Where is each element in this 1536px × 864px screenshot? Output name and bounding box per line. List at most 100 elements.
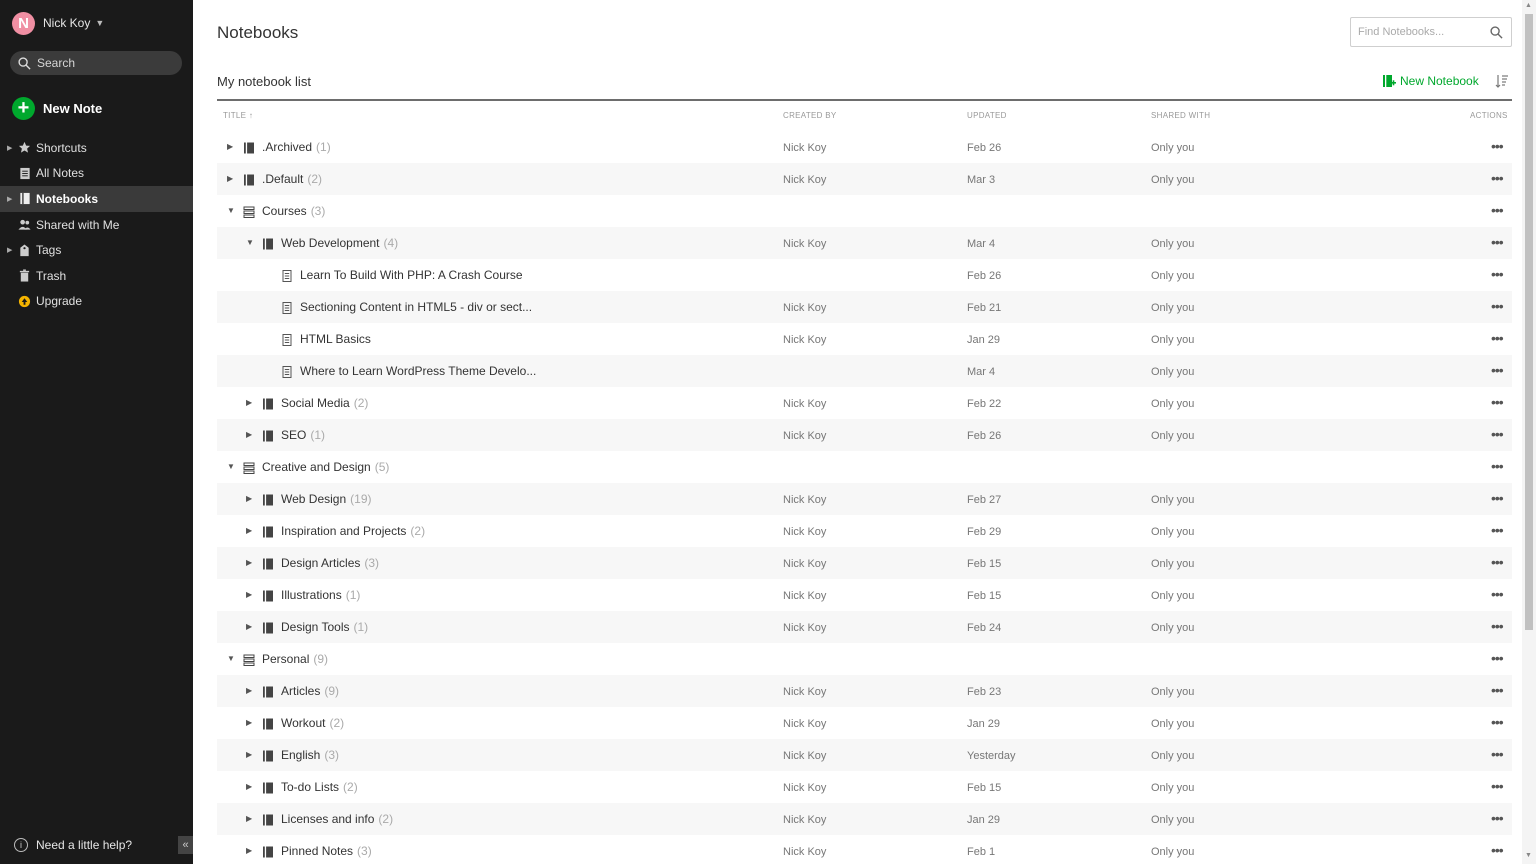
- caret-down-icon[interactable]: ▼: [246, 227, 254, 259]
- table-row[interactable]: ▶ SEO (1) Nick Koy Feb 26 Only you •••: [217, 419, 1512, 451]
- column-header-created-by[interactable]: CREATED BY: [783, 111, 837, 120]
- table-row[interactable]: Learn To Build With PHP: A Crash Course F…: [217, 259, 1512, 291]
- row-title[interactable]: Personal (9): [262, 652, 328, 666]
- table-row[interactable]: ▶ .Archived (1) Nick Koy Feb 26 Only you •••: [217, 131, 1512, 163]
- search-icon[interactable]: [1490, 25, 1503, 39]
- caret-right-icon[interactable]: ▶: [246, 419, 252, 451]
- sidebar-item-notebooks[interactable]: ▶ Notebooks: [0, 186, 193, 212]
- caret-right-icon[interactable]: ▶: [7, 195, 12, 203]
- row-title[interactable]: Creative and Design (5): [262, 460, 389, 474]
- more-actions-icon[interactable]: •••: [1491, 555, 1504, 569]
- table-row[interactable]: ▶ To-do Lists (2) Nick Koy Feb 15 Only you •••: [217, 771, 1512, 803]
- sidebar-item-trash[interactable]: Trash: [0, 263, 193, 289]
- row-title[interactable]: HTML Basics: [300, 332, 375, 346]
- more-actions-icon[interactable]: •••: [1491, 715, 1504, 729]
- caret-right-icon[interactable]: ▶: [246, 675, 252, 707]
- row-title[interactable]: Where to Learn WordPress Theme Develo...: [300, 364, 540, 378]
- more-actions-icon[interactable]: •••: [1491, 491, 1504, 505]
- row-title[interactable]: .Archived (1): [262, 140, 331, 154]
- row-title[interactable]: Design Tools (1): [281, 620, 368, 634]
- table-row[interactable]: ▶ Workout (2) Nick Koy Jan 29 Only you •••: [217, 707, 1512, 739]
- sidebar-item-tags[interactable]: ▶ Tags: [0, 237, 193, 263]
- find-notebooks-input[interactable]: Find Notebooks...: [1350, 17, 1512, 47]
- table-row[interactable]: ▶ Web Design (19) Nick Koy Feb 27 Only you •••: [217, 483, 1512, 515]
- account-menu[interactable]: N Nick Koy ▼: [12, 11, 104, 35]
- row-title[interactable]: Pinned Notes (3): [281, 844, 372, 858]
- row-title[interactable]: .Default (2): [262, 172, 322, 186]
- more-actions-icon[interactable]: •••: [1491, 331, 1504, 345]
- caret-right-icon[interactable]: ▶: [227, 131, 233, 163]
- more-actions-icon[interactable]: •••: [1491, 395, 1504, 409]
- table-row[interactable]: ▶ English (3) Nick Koy Yesterday Only you •••: [217, 739, 1512, 771]
- table-row[interactable]: ▶ Pinned Notes (3) Nick Koy Feb 1 Only you •••: [217, 835, 1512, 864]
- column-header-updated[interactable]: UPDATED: [967, 111, 1007, 120]
- table-row[interactable]: ▶ Illustrations (1) Nick Koy Feb 15 Only you •…: [217, 579, 1512, 611]
- row-title[interactable]: Courses (3): [262, 204, 325, 218]
- caret-right-icon[interactable]: ▶: [246, 547, 252, 579]
- more-actions-icon[interactable]: •••: [1491, 747, 1504, 761]
- table-row[interactable]: ▼ Personal (9) •••: [217, 643, 1512, 675]
- caret-right-icon[interactable]: ▶: [246, 739, 252, 771]
- more-actions-icon[interactable]: •••: [1491, 587, 1504, 601]
- table-row[interactable]: ▼ Web Development (4) Nick Koy Mar 4 Only you…: [217, 227, 1512, 259]
- table-row[interactable]: HTML Basics Nick Koy Jan 29 Only you •••: [217, 323, 1512, 355]
- row-title[interactable]: To-do Lists (2): [281, 780, 358, 794]
- more-actions-icon[interactable]: •••: [1491, 459, 1504, 473]
- sidebar-item-upgrade[interactable]: Upgrade: [0, 289, 193, 315]
- row-title[interactable]: Licenses and info (2): [281, 812, 393, 826]
- row-title[interactable]: Web Development (4): [281, 236, 398, 250]
- row-title[interactable]: English (3): [281, 748, 339, 762]
- caret-right-icon[interactable]: ▶: [246, 387, 252, 419]
- row-title[interactable]: Inspiration and Projects (2): [281, 524, 425, 538]
- caret-right-icon[interactable]: ▶: [246, 835, 252, 864]
- new-note-button[interactable]: + New Note: [12, 96, 102, 120]
- row-title[interactable]: Articles (9): [281, 684, 339, 698]
- more-actions-icon[interactable]: •••: [1491, 299, 1504, 313]
- more-actions-icon[interactable]: •••: [1491, 651, 1504, 665]
- table-row[interactable]: ▶ Licenses and info (2) Nick Koy Jan 29 Only …: [217, 803, 1512, 835]
- more-actions-icon[interactable]: •••: [1491, 363, 1504, 377]
- more-actions-icon[interactable]: •••: [1491, 427, 1504, 441]
- table-row[interactable]: ▶ Design Articles (3) Nick Koy Feb 15 Only yo…: [217, 547, 1512, 579]
- scroll-up-arrow-icon[interactable]: ▲: [1525, 2, 1532, 9]
- caret-right-icon[interactable]: ▶: [7, 246, 12, 254]
- table-row[interactable]: Where to Learn WordPress Theme Develo...…: [217, 355, 1512, 387]
- caret-right-icon[interactable]: ▶: [227, 163, 233, 195]
- caret-right-icon[interactable]: ▶: [246, 707, 252, 739]
- table-row[interactable]: ▼ Courses (3) •••: [217, 195, 1512, 227]
- more-actions-icon[interactable]: •••: [1491, 139, 1504, 153]
- row-title[interactable]: Sectioning Content in HTML5 - div or sec…: [300, 300, 536, 314]
- more-actions-icon[interactable]: •••: [1491, 843, 1504, 857]
- vertical-scrollbar[interactable]: ▲ ▼: [1522, 0, 1536, 864]
- sidebar-item-shortcuts[interactable]: ▶ Shortcuts: [0, 135, 193, 161]
- more-actions-icon[interactable]: •••: [1491, 203, 1504, 217]
- collapse-sidebar-button[interactable]: «: [178, 836, 193, 854]
- row-title[interactable]: Design Articles (3): [281, 556, 379, 570]
- caret-right-icon[interactable]: ▶: [246, 515, 252, 547]
- new-notebook-button[interactable]: New Notebook: [1382, 74, 1479, 88]
- scrollbar-thumb[interactable]: [1525, 14, 1533, 630]
- table-row[interactable]: ▶ Design Tools (1) Nick Koy Feb 24 Only you ••…: [217, 611, 1512, 643]
- sort-icon[interactable]: [1495, 74, 1509, 88]
- sidebar-item-shared[interactable]: Shared with Me: [0, 212, 193, 238]
- help-link[interactable]: i Need a little help?: [14, 836, 132, 854]
- caret-down-icon[interactable]: ▼: [227, 451, 235, 483]
- caret-right-icon[interactable]: ▶: [246, 611, 252, 643]
- row-title[interactable]: Learn To Build With PHP: A Crash Course: [300, 268, 527, 282]
- column-header-title[interactable]: TITLE ↑: [223, 111, 253, 120]
- column-header-shared-with[interactable]: SHARED WITH: [1151, 111, 1210, 120]
- table-row[interactable]: ▶ Inspiration and Projects (2) Nick Koy Feb …: [217, 515, 1512, 547]
- table-row[interactable]: ▶ .Default (2) Nick Koy Mar 3 Only you •••: [217, 163, 1512, 195]
- more-actions-icon[interactable]: •••: [1491, 779, 1504, 793]
- more-actions-icon[interactable]: •••: [1491, 811, 1504, 825]
- row-title[interactable]: Web Design (19): [281, 492, 372, 506]
- row-title[interactable]: Illustrations (1): [281, 588, 360, 602]
- caret-right-icon[interactable]: ▶: [7, 144, 12, 152]
- row-title[interactable]: SEO (1): [281, 428, 325, 442]
- more-actions-icon[interactable]: •••: [1491, 235, 1504, 249]
- caret-right-icon[interactable]: ▶: [246, 803, 252, 835]
- more-actions-icon[interactable]: •••: [1491, 683, 1504, 697]
- caret-right-icon[interactable]: ▶: [246, 483, 252, 515]
- table-row[interactable]: Sectioning Content in HTML5 - div or sec…: [217, 291, 1512, 323]
- more-actions-icon[interactable]: •••: [1491, 171, 1504, 185]
